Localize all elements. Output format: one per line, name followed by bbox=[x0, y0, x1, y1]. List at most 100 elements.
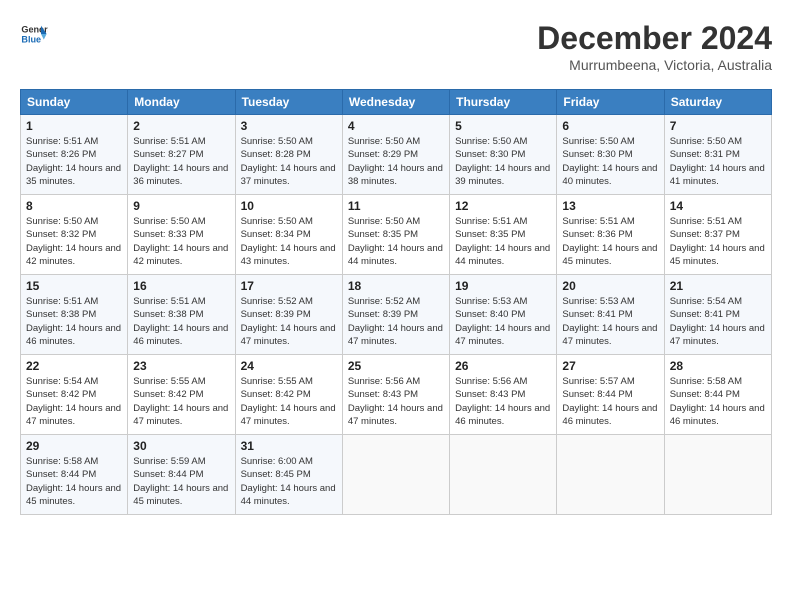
calendar-cell: 11 Sunrise: 5:50 AMSunset: 8:35 PMDayligh… bbox=[342, 195, 449, 275]
calendar-cell: 12 Sunrise: 5:51 AMSunset: 8:35 PMDayligh… bbox=[450, 195, 557, 275]
day-of-week-header: Monday bbox=[128, 90, 235, 115]
day-number: 13 bbox=[562, 199, 658, 213]
logo: General Blue bbox=[20, 20, 48, 48]
day-number: 1 bbox=[26, 119, 122, 133]
day-of-week-header: Thursday bbox=[450, 90, 557, 115]
day-number: 3 bbox=[241, 119, 337, 133]
calendar-cell: 13 Sunrise: 5:51 AMSunset: 8:36 PMDayligh… bbox=[557, 195, 664, 275]
day-info: Sunrise: 5:55 AMSunset: 8:42 PMDaylight:… bbox=[133, 375, 229, 428]
day-info: Sunrise: 5:59 AMSunset: 8:44 PMDaylight:… bbox=[133, 455, 229, 508]
calendar-cell: 18 Sunrise: 5:52 AMSunset: 8:39 PMDayligh… bbox=[342, 275, 449, 355]
day-info: Sunrise: 5:54 AMSunset: 8:42 PMDaylight:… bbox=[26, 375, 122, 428]
day-info: Sunrise: 6:00 AMSunset: 8:45 PMDaylight:… bbox=[241, 455, 337, 508]
day-of-week-header: Friday bbox=[557, 90, 664, 115]
logo-icon: General Blue bbox=[20, 20, 48, 48]
day-number: 31 bbox=[241, 439, 337, 453]
day-info: Sunrise: 5:50 AMSunset: 8:32 PMDaylight:… bbox=[26, 215, 122, 268]
day-info: Sunrise: 5:50 AMSunset: 8:35 PMDaylight:… bbox=[348, 215, 444, 268]
day-info: Sunrise: 5:51 AMSunset: 8:35 PMDaylight:… bbox=[455, 215, 551, 268]
day-info: Sunrise: 5:50 AMSunset: 8:33 PMDaylight:… bbox=[133, 215, 229, 268]
day-info: Sunrise: 5:58 AMSunset: 8:44 PMDaylight:… bbox=[670, 375, 766, 428]
day-number: 17 bbox=[241, 279, 337, 293]
day-info: Sunrise: 5:51 AMSunset: 8:38 PMDaylight:… bbox=[133, 295, 229, 348]
day-number: 14 bbox=[670, 199, 766, 213]
day-info: Sunrise: 5:52 AMSunset: 8:39 PMDaylight:… bbox=[348, 295, 444, 348]
day-info: Sunrise: 5:51 AMSunset: 8:26 PMDaylight:… bbox=[26, 135, 122, 188]
day-number: 25 bbox=[348, 359, 444, 373]
day-number: 6 bbox=[562, 119, 658, 133]
calendar-cell: 3 Sunrise: 5:50 AMSunset: 8:28 PMDaylight… bbox=[235, 115, 342, 195]
calendar-cell bbox=[664, 435, 771, 515]
day-number: 8 bbox=[26, 199, 122, 213]
calendar-cell: 9 Sunrise: 5:50 AMSunset: 8:33 PMDaylight… bbox=[128, 195, 235, 275]
page-header: General Blue December 2024 Murrumbeena, … bbox=[20, 20, 772, 73]
day-info: Sunrise: 5:51 AMSunset: 8:38 PMDaylight:… bbox=[26, 295, 122, 348]
day-number: 10 bbox=[241, 199, 337, 213]
day-number: 29 bbox=[26, 439, 122, 453]
day-info: Sunrise: 5:52 AMSunset: 8:39 PMDaylight:… bbox=[241, 295, 337, 348]
day-info: Sunrise: 5:56 AMSunset: 8:43 PMDaylight:… bbox=[348, 375, 444, 428]
day-of-week-header: Sunday bbox=[21, 90, 128, 115]
calendar-cell: 17 Sunrise: 5:52 AMSunset: 8:39 PMDayligh… bbox=[235, 275, 342, 355]
day-number: 15 bbox=[26, 279, 122, 293]
calendar-cell: 4 Sunrise: 5:50 AMSunset: 8:29 PMDaylight… bbox=[342, 115, 449, 195]
calendar-cell: 31 Sunrise: 6:00 AMSunset: 8:45 PMDayligh… bbox=[235, 435, 342, 515]
day-info: Sunrise: 5:56 AMSunset: 8:43 PMDaylight:… bbox=[455, 375, 551, 428]
day-number: 4 bbox=[348, 119, 444, 133]
day-number: 16 bbox=[133, 279, 229, 293]
day-number: 21 bbox=[670, 279, 766, 293]
calendar-cell: 27 Sunrise: 5:57 AMSunset: 8:44 PMDayligh… bbox=[557, 355, 664, 435]
calendar-cell: 22Sunrise: 5:54 AMSunset: 8:42 PMDayligh… bbox=[21, 355, 128, 435]
day-info: Sunrise: 5:50 AMSunset: 8:29 PMDaylight:… bbox=[348, 135, 444, 188]
day-number: 27 bbox=[562, 359, 658, 373]
calendar-cell: 1 Sunrise: 5:51 AMSunset: 8:26 PMDaylight… bbox=[21, 115, 128, 195]
calendar-cell: 8 Sunrise: 5:50 AMSunset: 8:32 PMDaylight… bbox=[21, 195, 128, 275]
day-number: 7 bbox=[670, 119, 766, 133]
day-of-week-header: Tuesday bbox=[235, 90, 342, 115]
calendar-cell: 14Sunrise: 5:51 AMSunset: 8:37 PMDayligh… bbox=[664, 195, 771, 275]
month-title: December 2024 bbox=[537, 20, 772, 57]
day-number: 2 bbox=[133, 119, 229, 133]
calendar-cell: 19 Sunrise: 5:53 AMSunset: 8:40 PMDayligh… bbox=[450, 275, 557, 355]
day-info: Sunrise: 5:50 AMSunset: 8:30 PMDaylight:… bbox=[562, 135, 658, 188]
calendar-cell: 26 Sunrise: 5:56 AMSunset: 8:43 PMDayligh… bbox=[450, 355, 557, 435]
calendar-cell: 30 Sunrise: 5:59 AMSunset: 8:44 PMDayligh… bbox=[128, 435, 235, 515]
calendar-cell bbox=[342, 435, 449, 515]
calendar-cell: 15 Sunrise: 5:51 AMSunset: 8:38 PMDayligh… bbox=[21, 275, 128, 355]
day-info: Sunrise: 5:53 AMSunset: 8:40 PMDaylight:… bbox=[455, 295, 551, 348]
calendar-cell: 29 Sunrise: 5:58 AMSunset: 8:44 PMDayligh… bbox=[21, 435, 128, 515]
day-number: 30 bbox=[133, 439, 229, 453]
day-info: Sunrise: 5:58 AMSunset: 8:44 PMDaylight:… bbox=[26, 455, 122, 508]
day-number: 5 bbox=[455, 119, 551, 133]
day-number: 18 bbox=[348, 279, 444, 293]
calendar-cell: 2 Sunrise: 5:51 AMSunset: 8:27 PMDaylight… bbox=[128, 115, 235, 195]
day-number: 19 bbox=[455, 279, 551, 293]
day-number: 24 bbox=[241, 359, 337, 373]
day-number: 12 bbox=[455, 199, 551, 213]
day-info: Sunrise: 5:53 AMSunset: 8:41 PMDaylight:… bbox=[562, 295, 658, 348]
day-info: Sunrise: 5:50 AMSunset: 8:34 PMDaylight:… bbox=[241, 215, 337, 268]
day-number: 23 bbox=[133, 359, 229, 373]
calendar-table: SundayMondayTuesdayWednesdayThursdayFrid… bbox=[20, 89, 772, 515]
title-block: December 2024 Murrumbeena, Victoria, Aus… bbox=[537, 20, 772, 73]
day-info: Sunrise: 5:51 AMSunset: 8:36 PMDaylight:… bbox=[562, 215, 658, 268]
day-number: 11 bbox=[348, 199, 444, 213]
day-number: 26 bbox=[455, 359, 551, 373]
calendar-cell: 23 Sunrise: 5:55 AMSunset: 8:42 PMDayligh… bbox=[128, 355, 235, 435]
calendar-cell: 24 Sunrise: 5:55 AMSunset: 8:42 PMDayligh… bbox=[235, 355, 342, 435]
day-info: Sunrise: 5:50 AMSunset: 8:31 PMDaylight:… bbox=[670, 135, 766, 188]
day-info: Sunrise: 5:54 AMSunset: 8:41 PMDaylight:… bbox=[670, 295, 766, 348]
calendar-cell: 25 Sunrise: 5:56 AMSunset: 8:43 PMDayligh… bbox=[342, 355, 449, 435]
day-info: Sunrise: 5:50 AMSunset: 8:28 PMDaylight:… bbox=[241, 135, 337, 188]
calendar-cell: 21 Sunrise: 5:54 AMSunset: 8:41 PMDayligh… bbox=[664, 275, 771, 355]
day-of-week-header: Wednesday bbox=[342, 90, 449, 115]
calendar-cell: 6 Sunrise: 5:50 AMSunset: 8:30 PMDaylight… bbox=[557, 115, 664, 195]
calendar-cell: 10 Sunrise: 5:50 AMSunset: 8:34 PMDayligh… bbox=[235, 195, 342, 275]
day-info: Sunrise: 5:55 AMSunset: 8:42 PMDaylight:… bbox=[241, 375, 337, 428]
day-info: Sunrise: 5:51 AMSunset: 8:27 PMDaylight:… bbox=[133, 135, 229, 188]
day-number: 9 bbox=[133, 199, 229, 213]
day-info: Sunrise: 5:57 AMSunset: 8:44 PMDaylight:… bbox=[562, 375, 658, 428]
calendar-cell bbox=[450, 435, 557, 515]
day-of-week-header: Saturday bbox=[664, 90, 771, 115]
calendar-cell: 28Sunrise: 5:58 AMSunset: 8:44 PMDayligh… bbox=[664, 355, 771, 435]
